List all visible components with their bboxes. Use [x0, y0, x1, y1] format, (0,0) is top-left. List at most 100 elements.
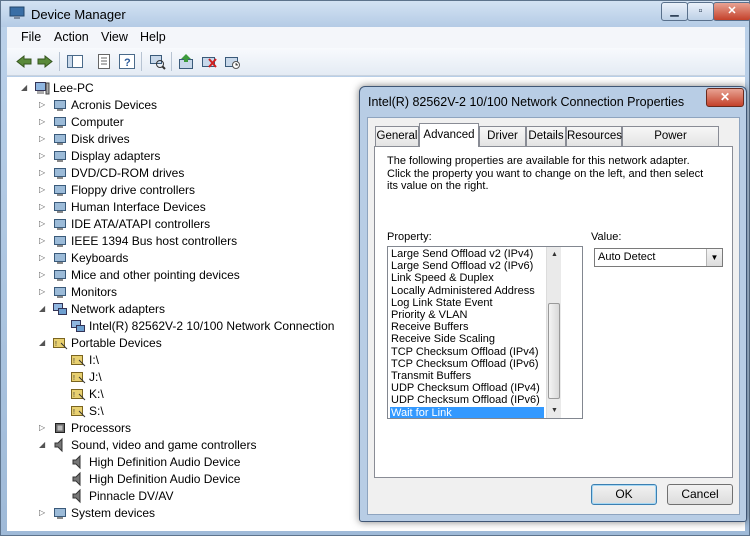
- help-icon[interactable]: ?: [118, 53, 136, 70]
- tree-item-label: Human Interface Devices: [71, 200, 206, 214]
- menu-bar: File Action View Help: [7, 27, 745, 48]
- ok-button[interactable]: OK: [591, 484, 657, 505]
- tree-item-label: High Definition Audio Device: [89, 455, 241, 469]
- property-list-item[interactable]: Wait for Link: [390, 406, 544, 418]
- cancel-button[interactable]: Cancel: [667, 484, 733, 505]
- tree-item-label: DVD/CD-ROM drives: [71, 166, 185, 180]
- expand-arrow-icon[interactable]: ▷: [39, 220, 47, 228]
- tab-power-management[interactable]: Power Management: [622, 126, 719, 160]
- show-hide-console-tree-icon[interactable]: [66, 53, 84, 70]
- expand-arrow-icon[interactable]: ▷: [39, 169, 47, 177]
- svg-text:!: !: [73, 358, 75, 365]
- property-list-item[interactable]: Link Speed & Duplex: [390, 272, 544, 284]
- network-device-icon: [70, 318, 86, 334]
- property-list-item[interactable]: Transmit Buffers: [390, 370, 544, 382]
- collapse-arrow-icon[interactable]: ◢: [21, 84, 29, 92]
- expand-arrow-icon[interactable]: ▷: [39, 254, 47, 262]
- expand-arrow-icon[interactable]: ▷: [39, 203, 47, 211]
- tab-details[interactable]: Details: [526, 126, 566, 146]
- dialog-title: Intel(R) 82562V-2 10/100 Network Connect…: [368, 95, 685, 109]
- minimize-button[interactable]: ▁: [661, 2, 688, 21]
- expand-arrow-icon[interactable]: ▷: [39, 152, 47, 160]
- title-bar: Device Manager: [1, 1, 749, 27]
- property-list-item[interactable]: Receive Buffers: [390, 321, 544, 333]
- property-list-item[interactable]: Large Send Offload v2 (IPv4): [390, 248, 544, 260]
- menu-view[interactable]: View: [101, 30, 128, 44]
- tree-item-label: Intel(R) 82562V-2 10/100 Network Connect…: [89, 319, 335, 333]
- property-list-item[interactable]: Priority & VLAN: [390, 309, 544, 321]
- value-select[interactable]: Auto Detect ▼: [594, 248, 723, 267]
- tree-item-label: K:\: [89, 387, 104, 401]
- uninstall-icon[interactable]: [200, 53, 218, 70]
- expand-arrow-icon[interactable]: ▷: [39, 101, 47, 109]
- menu-action[interactable]: Action: [54, 30, 89, 44]
- tab-general[interactable]: General: [375, 126, 419, 146]
- tree-item-label: Mice and other pointing devices: [71, 268, 240, 282]
- menu-file[interactable]: File: [21, 30, 41, 44]
- expand-arrow-icon[interactable]: ▷: [39, 271, 47, 279]
- tree-item-label: Display adapters: [71, 149, 161, 163]
- tree-item-label: Floppy drive controllers: [71, 183, 196, 197]
- tree-item-label: Computer: [71, 115, 124, 129]
- expand-arrow-icon[interactable]: ▷: [39, 118, 47, 126]
- tree-item-label: I:\: [89, 353, 100, 367]
- generic-device-icon: [52, 250, 68, 266]
- drive-device-icon: !: [70, 352, 86, 368]
- generic-device-icon: [52, 284, 68, 300]
- property-list-item[interactable]: Locally Administered Address: [390, 285, 544, 297]
- tree-item-label: Keyboards: [71, 251, 129, 265]
- properties-icon[interactable]: [95, 53, 113, 70]
- property-list-item[interactable]: TCP Checksum Offload (IPv4): [390, 346, 544, 358]
- property-label: Property:: [387, 231, 432, 243]
- tree-item-label: Network adapters: [71, 302, 166, 316]
- advanced-tab-panel: The following properties are available f…: [374, 146, 733, 478]
- property-list-item[interactable]: Log Link State Event: [390, 297, 544, 309]
- drive-device-icon: !: [52, 335, 68, 351]
- tab-driver[interactable]: Driver: [479, 126, 526, 146]
- window-title: Device Manager: [31, 7, 126, 22]
- maximize-button[interactable]: ▫: [687, 2, 714, 21]
- toolbar: ?: [7, 48, 745, 76]
- tab-resources[interactable]: Resources: [566, 126, 622, 146]
- expand-arrow-icon[interactable]: ▷: [39, 237, 47, 245]
- expand-arrow-icon[interactable]: ▷: [39, 509, 47, 517]
- generic-device-icon: [52, 267, 68, 283]
- update-driver-icon[interactable]: [177, 53, 195, 70]
- close-button[interactable]: ✕: [713, 2, 750, 21]
- tree-item-label: Processors: [71, 421, 132, 435]
- collapse-arrow-icon[interactable]: ◢: [39, 339, 47, 347]
- back-icon[interactable]: [15, 53, 33, 70]
- menu-help[interactable]: Help: [140, 30, 166, 44]
- tree-item-label: Portable Devices: [71, 336, 162, 350]
- dropdown-arrow-icon[interactable]: ▼: [706, 249, 722, 266]
- scrollbar-thumb[interactable]: [548, 303, 560, 399]
- disable-icon[interactable]: [223, 53, 241, 70]
- property-list-item[interactable]: Large Send Offload v2 (IPv6): [390, 260, 544, 272]
- property-list-item[interactable]: UDP Checksum Offload (IPv4): [390, 382, 544, 394]
- tree-item-label: Monitors: [71, 285, 118, 299]
- generic-device-icon: [52, 216, 68, 232]
- property-list-item[interactable]: Receive Side Scaling: [390, 333, 544, 345]
- scroll-up-icon[interactable]: ▲: [547, 247, 562, 262]
- scan-hardware-icon[interactable]: [148, 53, 166, 70]
- expand-arrow-icon[interactable]: ▷: [39, 288, 47, 296]
- property-list-item[interactable]: TCP Checksum Offload (IPv6): [390, 358, 544, 370]
- expand-arrow-icon[interactable]: ▷: [39, 135, 47, 143]
- expand-arrow-icon[interactable]: ▷: [39, 186, 47, 194]
- property-list-scrollbar[interactable]: ▲ ▼: [546, 247, 561, 418]
- expand-arrow-icon[interactable]: ▷: [39, 424, 47, 432]
- drive-device-icon: !: [70, 369, 86, 385]
- cpu-device-icon: [52, 420, 68, 436]
- tab-advanced[interactable]: Advanced: [419, 123, 479, 147]
- audio-device-icon: [52, 437, 68, 453]
- collapse-arrow-icon[interactable]: ◢: [39, 305, 47, 313]
- tree-item-label: Disk drives: [71, 132, 130, 146]
- dialog-close-button[interactable]: ✕: [706, 88, 744, 107]
- tree-item-label: Acronis Devices: [71, 98, 158, 112]
- scroll-down-icon[interactable]: ▼: [547, 403, 562, 418]
- collapse-arrow-icon[interactable]: ◢: [39, 441, 47, 449]
- property-list-item[interactable]: UDP Checksum Offload (IPv6): [390, 394, 544, 406]
- network-properties-dialog: Intel(R) 82562V-2 10/100 Network Connect…: [359, 86, 747, 522]
- forward-icon[interactable]: [36, 53, 54, 70]
- property-list[interactable]: Large Send Offload v2 (IPv4) Large Send O…: [387, 246, 583, 419]
